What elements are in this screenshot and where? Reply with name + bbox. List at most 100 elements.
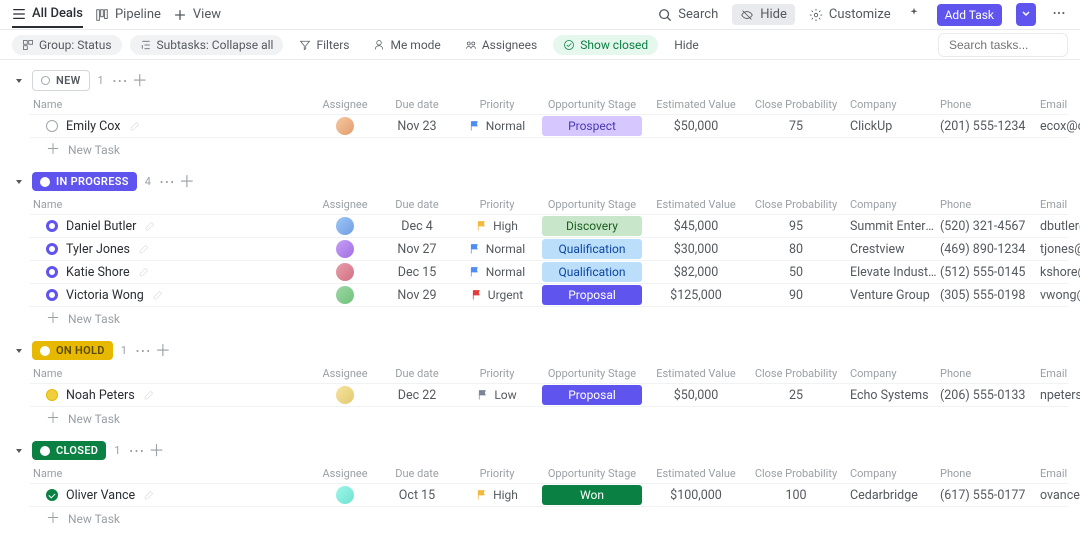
table-row[interactable]: Katie Shore Dec 15 Normal Qualification … (30, 260, 1068, 283)
row-status-icon[interactable] (46, 289, 58, 301)
cell-stage[interactable]: Qualification (538, 239, 646, 259)
cell-estimated-value[interactable]: $100,000 (646, 488, 746, 503)
cell-name[interactable]: Daniel Butler (30, 219, 312, 234)
col-assignee[interactable]: Assignee (312, 98, 378, 111)
col-due[interactable]: Due date (378, 467, 456, 480)
add-task-button[interactable]: Add Task (937, 4, 1002, 26)
tab-all-deals[interactable]: All Deals (12, 1, 83, 28)
cell-name[interactable]: Tyler Jones (30, 242, 312, 257)
avatar[interactable] (336, 486, 354, 504)
group-add-button[interactable]: ＋ (148, 443, 164, 459)
col-stage[interactable]: Opportunity Stage (538, 98, 646, 111)
cell-stage[interactable]: Qualification (538, 262, 646, 282)
cell-phone[interactable]: (305) 555-0198 (940, 288, 1040, 303)
cell-priority[interactable]: Low (456, 388, 538, 402)
row-status-icon[interactable] (46, 120, 58, 132)
row-status-icon[interactable] (46, 243, 58, 255)
cell-phone[interactable]: (469) 890-1234 (940, 242, 1040, 257)
col-phone[interactable]: Phone (940, 98, 1040, 111)
col-phone[interactable]: Phone (940, 467, 1040, 480)
table-row[interactable]: Tyler Jones Nov 27 Normal Qualification … (30, 237, 1068, 260)
cell-assignee[interactable] (312, 263, 378, 281)
collapse-caret-icon[interactable] (14, 76, 24, 86)
col-company[interactable]: Company (846, 198, 940, 211)
col-name[interactable]: Name (30, 467, 312, 480)
cell-phone[interactable]: (206) 555-0133 (940, 388, 1040, 403)
status-badge[interactable]: ON HOLD (32, 341, 113, 360)
cell-priority[interactable]: Normal (456, 265, 538, 279)
cell-company[interactable]: Echo Systems (846, 388, 940, 403)
col-company[interactable]: Company (846, 98, 940, 111)
status-badge[interactable]: NEW (32, 70, 90, 91)
cell-due-date[interactable]: Nov 29 (378, 288, 456, 303)
cell-phone[interactable]: (512) 555-0145 (940, 265, 1040, 280)
cell-close-probability[interactable]: 90 (746, 288, 846, 303)
table-row[interactable]: Daniel Butler Dec 4 High Discovery $45,0… (30, 214, 1068, 237)
cell-email[interactable]: ecox@cli (1040, 119, 1080, 134)
cell-company[interactable]: Summit Enterpri... (846, 219, 940, 234)
col-assignee[interactable]: Assignee (312, 367, 378, 380)
cell-due-date[interactable]: Dec 15 (378, 265, 456, 280)
cell-estimated-value[interactable]: $30,000 (646, 242, 746, 257)
subtasks-button[interactable]: Subtasks: Collapse all (130, 35, 284, 55)
cell-company[interactable]: Elevate Industrial (846, 265, 940, 280)
cell-priority[interactable]: High (456, 219, 538, 233)
cell-stage[interactable]: Won (538, 485, 646, 505)
collapse-caret-icon[interactable] (14, 177, 24, 187)
col-assignee[interactable]: Assignee (312, 467, 378, 480)
col-company[interactable]: Company (846, 367, 940, 380)
col-est[interactable]: Estimated Value (646, 467, 746, 480)
col-email[interactable]: Email (1040, 467, 1080, 480)
add-task-dropdown[interactable] (1016, 3, 1036, 26)
avatar[interactable] (336, 286, 354, 304)
col-phone[interactable]: Phone (940, 367, 1040, 380)
tab-add-view[interactable]: View (173, 2, 221, 27)
cell-name[interactable]: Victoria Wong (30, 288, 312, 303)
cell-company[interactable]: Crestview (846, 242, 940, 257)
cell-email[interactable]: tjones@c (1040, 242, 1080, 257)
col-prob[interactable]: Close Probability (746, 198, 846, 211)
col-stage[interactable]: Opportunity Stage (538, 467, 646, 480)
new-task-row[interactable]: ＋ New Task (30, 506, 1068, 531)
customize-button[interactable]: Customize (809, 7, 891, 22)
hide-columns-button[interactable]: Hide (732, 4, 795, 25)
status-badge[interactable]: CLOSED (32, 441, 106, 460)
cell-estimated-value[interactable]: $50,000 (646, 388, 746, 403)
col-prob[interactable]: Close Probability (746, 467, 846, 480)
cell-assignee[interactable] (312, 240, 378, 258)
cell-close-probability[interactable]: 95 (746, 219, 846, 234)
cell-estimated-value[interactable]: $125,000 (646, 288, 746, 303)
cell-stage[interactable]: Discovery (538, 216, 646, 236)
group-more-button[interactable]: ⋯ (112, 73, 128, 89)
new-task-row[interactable]: ＋ New Task (30, 306, 1068, 331)
cell-company[interactable]: ClickUp (846, 119, 940, 134)
cell-close-probability[interactable]: 25 (746, 388, 846, 403)
new-task-row[interactable]: ＋ New Task (30, 137, 1068, 162)
group-more-button[interactable]: ⋯ (135, 343, 151, 359)
cell-name[interactable]: Oliver Vance (30, 488, 312, 503)
more-menu-button[interactable] (1050, 4, 1068, 26)
col-name[interactable]: Name (30, 367, 312, 380)
cell-close-probability[interactable]: 75 (746, 119, 846, 134)
row-status-icon[interactable] (46, 389, 58, 401)
avatar[interactable] (336, 117, 354, 135)
col-stage[interactable]: Opportunity Stage (538, 367, 646, 380)
cell-close-probability[interactable]: 50 (746, 265, 846, 280)
col-email[interactable]: Email (1040, 367, 1080, 380)
cell-assignee[interactable] (312, 486, 378, 504)
tab-pipeline[interactable]: Pipeline (95, 2, 161, 27)
col-priority[interactable]: Priority (456, 467, 538, 480)
col-due[interactable]: Due date (378, 98, 456, 111)
cell-email[interactable]: kshore@ (1040, 265, 1080, 280)
cell-due-date[interactable]: Dec 4 (378, 219, 456, 234)
cell-stage[interactable]: Prospect (538, 116, 646, 136)
cell-phone[interactable]: (201) 555-1234 (940, 119, 1040, 134)
filters-button[interactable]: Filters (291, 35, 357, 55)
cell-priority[interactable]: Normal (456, 119, 538, 133)
col-due[interactable]: Due date (378, 198, 456, 211)
cell-close-probability[interactable]: 100 (746, 488, 846, 503)
me-mode-button[interactable]: Me mode (365, 35, 448, 55)
col-priority[interactable]: Priority (456, 367, 538, 380)
search-button[interactable]: Search (658, 7, 718, 22)
table-row[interactable]: Noah Peters Dec 22 Low Proposal $50,000 … (30, 383, 1068, 406)
